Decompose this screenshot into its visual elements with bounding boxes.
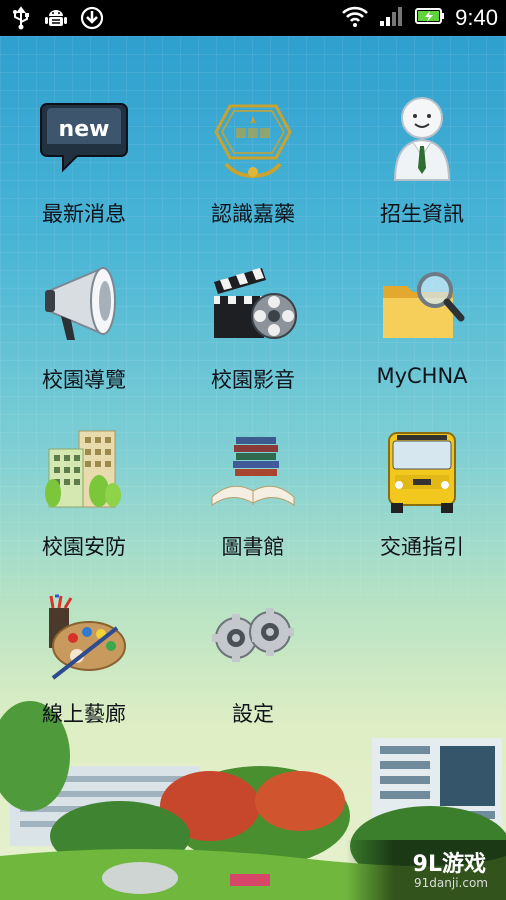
watermark-brand: 9L游戏 [412,852,486,877]
menu-item-news[interactable]: new 最新消息 [0,94,168,244]
battery-charging-icon [415,4,445,32]
menu-label: 校園影音 [211,368,295,392]
gears-icon [208,594,298,684]
megaphone-icon [39,260,129,350]
person-icon [377,94,467,184]
film-reel-icon [208,260,298,350]
menu-item-admissions[interactable]: 招生資訊 [338,94,506,244]
new-badge-icon: new [39,94,129,184]
books-icon [208,427,298,517]
usb-icon [10,6,32,34]
palette-icon [39,594,129,684]
menu-label: 最新消息 [42,202,126,226]
buildings-icon [39,427,129,517]
menu-label: MyCHNA [376,364,468,388]
menu-label: 設定 [232,702,274,726]
wifi-icon [341,4,369,32]
signal-icon [379,4,405,32]
menu-label: 圖書館 [221,535,285,559]
clock: 9:40 [455,5,498,30]
menu-label: 線上藝廊 [42,702,126,726]
menu-label: 交通指引 [380,535,464,559]
menu-label: 認識嘉藥 [211,202,295,226]
watermark: 9L游戏 91danji.com [346,840,506,900]
menu-item-campus-safety[interactable]: 校園安防 [0,427,168,577]
bus-icon [377,427,467,517]
svg-text:new: new [59,117,110,142]
menu-item-gallery[interactable]: 線上藝廊 [0,594,168,744]
status-bar: 9:40 [0,0,506,36]
menu-item-video[interactable]: 校園影音 [169,260,337,410]
school-emblem-icon [208,94,298,184]
menu-label: 校園安防 [42,535,126,559]
menu-item-about[interactable]: 認識嘉藥 [169,94,337,244]
download-icon [80,6,104,34]
menu-label: 校園導覽 [42,368,126,392]
android-debug-icon [44,6,68,34]
folder-search-icon [377,260,467,350]
menu-item-library[interactable]: 圖書館 [169,427,337,577]
menu-item-transport[interactable]: 交通指引 [338,427,506,577]
menu-item-campus-tour[interactable]: 校園導覽 [0,260,168,410]
watermark-url: 91danji.com [414,876,488,890]
menu-label: 招生資訊 [380,202,464,226]
menu-item-settings[interactable]: 設定 [169,594,337,744]
home-screen: new 最新消息 認識嘉藥 招生資訊 校園導覽 校園影音 MyCHNA 校園安防… [0,36,506,900]
menu-item-mychna[interactable]: MyCHNA [338,260,506,410]
